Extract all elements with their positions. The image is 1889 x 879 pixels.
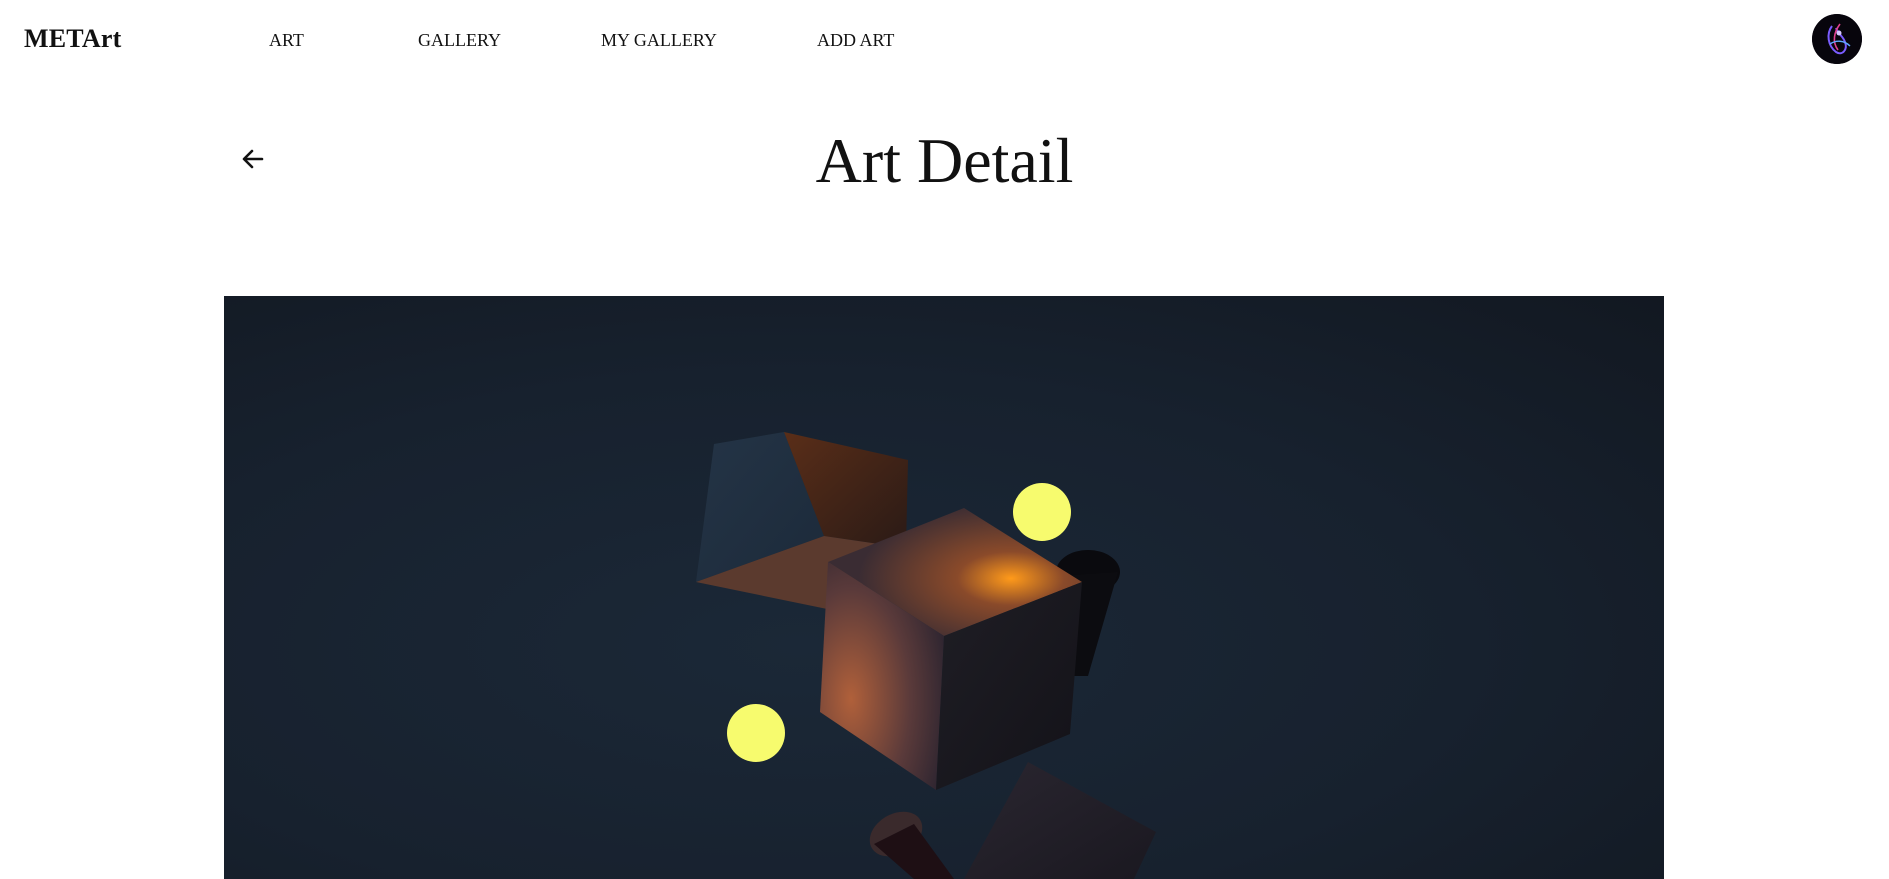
page-title: Art Detail [815, 125, 1074, 196]
brand-logo[interactable]: METArt [24, 24, 121, 54]
top-navigation-bar: METArt ART GALLERY MY GALLERY ADD ART [0, 0, 1889, 78]
avatar-art-icon [1812, 14, 1862, 64]
user-avatar[interactable] [1812, 14, 1862, 64]
nav-item-art[interactable]: ART [269, 30, 304, 51]
abstract-3d-cubes-artwork [696, 432, 1156, 879]
artwork-image [224, 296, 1664, 879]
nav-item-gallery[interactable]: GALLERY [418, 30, 501, 51]
nav-item-my-gallery[interactable]: MY GALLERY [601, 30, 717, 51]
nav-item-add-art[interactable]: ADD ART [817, 30, 894, 51]
